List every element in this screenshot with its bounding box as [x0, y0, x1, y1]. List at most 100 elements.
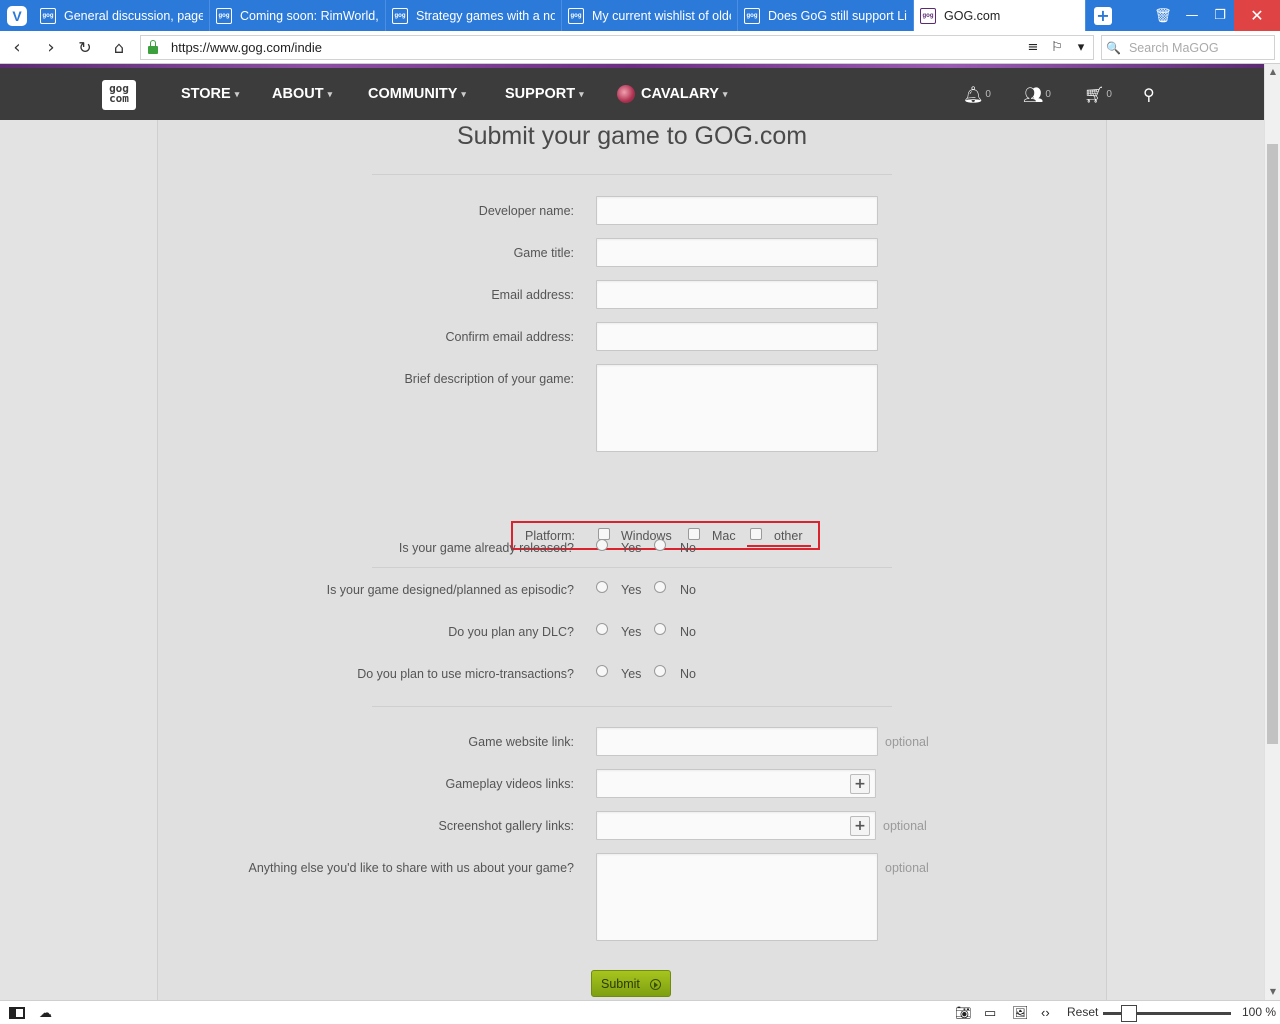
email-input[interactable]	[596, 280, 878, 309]
image-icon[interactable]: 🖼︎	[1012, 1005, 1029, 1021]
divider	[372, 567, 892, 568]
reset-zoom-button[interactable]: Reset	[1067, 1005, 1098, 1019]
menu-community[interactable]: COMMUNITY ▾	[368, 68, 466, 120]
gog-favicon-icon: gog	[216, 7, 232, 24]
tab[interactable]: gog General discussion, page 2	[34, 0, 210, 31]
tab-active[interactable]: gog GOG.com	[914, 0, 1086, 31]
episodic-question: Is your game designed/planned as episodi…	[326, 583, 574, 597]
submit-game-form: Submit your game to GOG.com Developer na…	[157, 120, 1107, 1000]
divider	[372, 706, 892, 707]
scroll-down-icon[interactable]: ▼	[1265, 984, 1280, 1000]
mac-checkbox[interactable]	[688, 528, 700, 540]
episodic-yes-label: Yes	[621, 583, 642, 597]
home-icon[interactable]: ⌂	[102, 31, 136, 64]
tab[interactable]: gog Does GoG still support Linu	[738, 0, 914, 31]
friends-icon: 👥︎	[1023, 84, 1044, 104]
search-field[interactable]: 🔍 Search MaGOG	[1101, 35, 1275, 60]
optional-hint: optional	[885, 735, 929, 749]
scrollbar-thumb[interactable]	[1267, 144, 1278, 744]
screenshots-label: Screenshot gallery links:	[438, 819, 574, 833]
submit-button[interactable]: Submit	[591, 970, 671, 997]
menu-support[interactable]: SUPPORT ▾	[505, 68, 584, 120]
search-icon[interactable]: ⚲	[1143, 68, 1155, 120]
reader-view-icon[interactable]: ≡	[1021, 40, 1045, 55]
other-label: other	[774, 529, 803, 543]
menu-store[interactable]: STORE ▾	[181, 68, 239, 120]
code-icon[interactable]: ‹›	[1041, 1005, 1050, 1020]
microtransactions-yes-label: Yes	[621, 667, 642, 681]
dlc-yes-radio[interactable]	[596, 623, 608, 635]
description-label: Brief description of your game:	[404, 372, 574, 386]
minimize-button[interactable]: —	[1178, 0, 1206, 31]
dlc-question: Do you plan any DLC?	[448, 625, 574, 639]
tiling-icon[interactable]: ▭	[984, 1005, 996, 1021]
new-tab-button[interactable]: +	[1086, 0, 1120, 31]
friends-button[interactable]: 👥︎ 0	[1023, 68, 1051, 120]
scroll-up-icon[interactable]: ▲	[1265, 64, 1280, 80]
url-text: https://www.gog.com/indie	[171, 40, 323, 55]
close-window-button[interactable]: ✕	[1234, 0, 1280, 31]
description-textarea[interactable]	[596, 364, 878, 452]
game-title-label: Game title:	[513, 246, 574, 260]
cloud-icon[interactable]: ☁	[39, 1005, 52, 1021]
screenshots-input[interactable]: +	[596, 811, 876, 840]
optional-hint: optional	[885, 861, 929, 875]
camera-icon[interactable]: 📷︎	[955, 1005, 972, 1021]
tab[interactable]: gog Strategy games with a non	[386, 0, 562, 31]
address-field[interactable]: https://www.gog.com/indie ≡ ⚐ ▾	[140, 35, 1094, 60]
plus-icon: +	[1094, 6, 1112, 25]
address-toolbar: ‹ › ↻ ⌂ https://www.gog.com/indie ≡ ⚐ ▾ …	[0, 31, 1280, 64]
email-label: Email address:	[491, 288, 574, 302]
chevron-down-icon: ▾	[579, 88, 584, 99]
confirm-email-input[interactable]	[596, 322, 878, 351]
forward-icon[interactable]: ›	[34, 31, 68, 64]
reload-icon[interactable]: ↻	[68, 31, 102, 64]
microtransactions-question: Do you plan to use micro-transactions?	[357, 667, 574, 681]
bookmark-icon[interactable]: ⚐	[1045, 40, 1069, 55]
status-bar: ☁ 📷︎ ▭ 🖼︎ ‹› Reset 100 %	[0, 1000, 1280, 1024]
cart-icon: 🛒︎	[1084, 84, 1105, 104]
developer-name-input[interactable]	[596, 196, 878, 225]
episodic-no-radio[interactable]	[654, 581, 666, 593]
gog-favicon-icon: gog	[568, 7, 584, 24]
back-icon[interactable]: ‹	[0, 31, 34, 64]
add-screenshot-button[interactable]: +	[850, 816, 870, 836]
lock-icon	[141, 39, 165, 54]
restore-button[interactable]: ❐	[1206, 0, 1234, 31]
notifications-button[interactable]: 🔔︎ 0	[963, 68, 991, 120]
divider	[372, 174, 892, 175]
zoom-level: 100 %	[1242, 1005, 1277, 1019]
game-title-input[interactable]	[596, 238, 878, 267]
vivaldi-menu-button[interactable]: V	[0, 0, 34, 31]
arrow-circle-icon	[650, 979, 661, 990]
menu-about[interactable]: ABOUT ▾	[272, 68, 332, 120]
released-no-radio[interactable]	[654, 539, 666, 551]
page-viewport: gog com STORE ▾ ABOUT ▾ COMMUNITY ▾ SUPPORT ▾…	[0, 64, 1264, 1000]
tab[interactable]: gog Coming soon: RimWorld, p	[210, 0, 386, 31]
panel-toggle-icon[interactable]	[9, 1007, 25, 1019]
videos-input[interactable]: +	[596, 769, 876, 798]
website-input[interactable]	[596, 727, 878, 756]
released-yes-radio[interactable]	[596, 539, 608, 551]
dlc-no-radio[interactable]	[654, 623, 666, 635]
episodic-yes-radio[interactable]	[596, 581, 608, 593]
trash-icon[interactable]: 🗑	[1148, 0, 1178, 31]
anything-else-label: Anything else you'd like to share with u…	[248, 861, 575, 875]
other-checkbox[interactable]	[750, 528, 762, 540]
zoom-slider-handle[interactable]	[1121, 1005, 1137, 1022]
website-label: Game website link:	[468, 735, 574, 749]
microtransactions-yes-radio[interactable]	[596, 665, 608, 677]
vertical-scrollbar[interactable]: ▲ ▼	[1264, 64, 1280, 1000]
episodic-no-label: No	[680, 583, 696, 597]
microtransactions-no-label: No	[680, 667, 696, 681]
tab[interactable]: gog My current wishlist of olde	[562, 0, 738, 31]
anything-else-textarea[interactable]	[596, 853, 878, 941]
microtransactions-no-radio[interactable]	[654, 665, 666, 677]
add-video-button[interactable]: +	[850, 774, 870, 794]
cart-button[interactable]: 🛒︎ 0	[1084, 68, 1112, 120]
dropdown-icon[interactable]: ▾	[1069, 40, 1093, 55]
optional-hint: optional	[883, 819, 927, 833]
released-question: Is your game already released?	[398, 541, 574, 555]
gog-logo[interactable]: gog com	[102, 80, 136, 110]
menu-user[interactable]: CAVALARY ▾	[617, 68, 727, 120]
